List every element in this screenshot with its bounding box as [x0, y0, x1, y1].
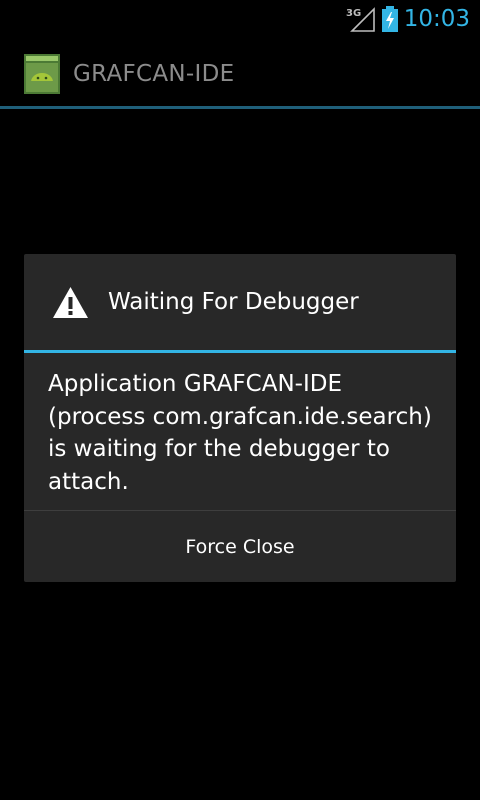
warning-icon	[53, 287, 88, 318]
status-bar: 3G 10:03	[0, 0, 480, 38]
waiting-for-debugger-dialog: Waiting For Debugger Application GRAFCAN…	[24, 254, 456, 582]
action-bar-divider	[0, 106, 480, 109]
signal-3g-icon: 3G	[346, 7, 375, 32]
status-clock: 10:03	[403, 6, 470, 32]
dialog-title-divider	[24, 350, 456, 353]
force-close-label: Force Close	[185, 535, 295, 558]
android-app-icon	[24, 54, 60, 94]
dialog-header: Waiting For Debugger	[24, 254, 456, 350]
app-title: GRAFCAN-IDE	[73, 61, 235, 87]
screen: 3G 10:03 GRAFCAN-IDE Waiting For Debugge…	[0, 0, 480, 800]
action-bar: GRAFCAN-IDE	[0, 38, 480, 108]
dialog-title: Waiting For Debugger	[108, 289, 359, 315]
battery-charging-icon	[382, 6, 398, 32]
network-type-label: 3G	[346, 8, 361, 19]
dialog-message: Application GRAFCAN-IDE (process com.gra…	[48, 371, 432, 495]
force-close-button[interactable]: Force Close	[24, 511, 456, 582]
